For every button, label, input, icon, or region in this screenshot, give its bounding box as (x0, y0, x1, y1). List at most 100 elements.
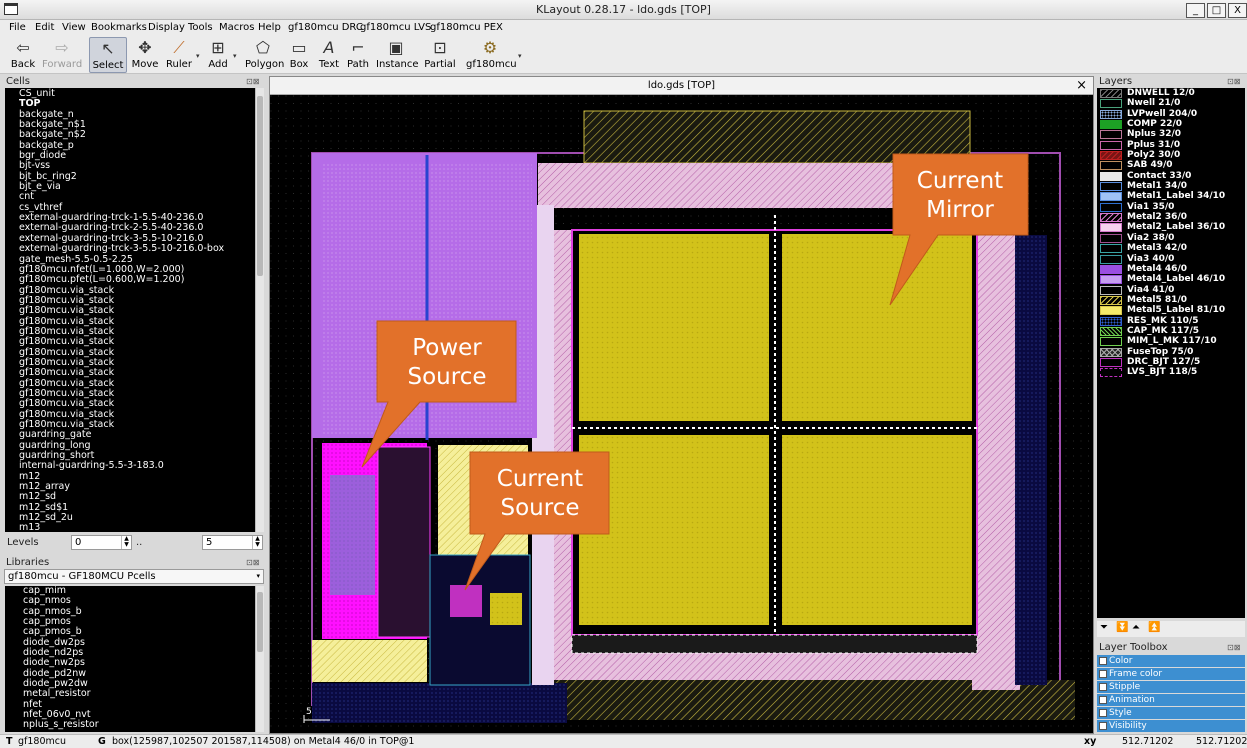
menu-file[interactable]: File (9, 22, 26, 33)
library-select[interactable]: gf180mcu - GF180MCU Pcells ▾ (4, 569, 264, 584)
menu-gf180mcu-drc[interactable]: gf180mcu DRC (288, 22, 363, 33)
layer-row[interactable]: RES_MK 110/5 (1097, 316, 1245, 326)
menu-macros[interactable]: Macros (219, 22, 254, 33)
box-button[interactable]: ▭ Box (285, 37, 313, 73)
layer-row[interactable]: Via1 35/0 (1097, 202, 1245, 212)
toolbox-frame-color[interactable]: Frame color (1097, 668, 1245, 680)
close-layout-icon[interactable]: × (1076, 78, 1087, 94)
layout-canvas[interactable]: ldo.gds [TOP] × Current Mirror Power Sou… (269, 76, 1094, 734)
layer-row[interactable]: Metal1_Label 34/10 (1097, 191, 1245, 202)
layer-down-icon[interactable]: ⏷ (1100, 622, 1108, 633)
layer-row[interactable]: DNWELL 12/0 (1097, 88, 1245, 98)
layer-row[interactable]: LVS_BJT 118/5 (1097, 367, 1245, 378)
cell-item[interactable]: gf180mcu.via_stack (19, 305, 255, 316)
cell-item[interactable]: gf180mcu.pfet(L=0.600,W=1.200) (19, 274, 255, 285)
partial-icon: ⊡ (433, 38, 447, 57)
layer-row[interactable]: Contact 33/0 (1097, 171, 1245, 181)
menu-gf180mcu-lvs[interactable]: gf180mcu LVS (360, 22, 431, 33)
layer-row[interactable]: DRC_BJT 127/5 (1097, 357, 1245, 367)
library-cell-item[interactable]: nplus_s_resistor (23, 720, 255, 731)
layer-row[interactable]: COMP 22/0 (1097, 119, 1245, 130)
cell-item[interactable]: m13 (19, 523, 255, 532)
level-from-spinbox[interactable]: 0 ▲ ▼ (71, 535, 132, 550)
text-button[interactable]: A Text (316, 37, 342, 73)
library-cell-item[interactable]: metal_resistor (23, 689, 255, 700)
spin-arrows-icon[interactable]: ▲ ▼ (121, 536, 131, 549)
layer-up-icon[interactable]: ⏶ (1132, 622, 1140, 633)
layer-row[interactable]: Via3 40/0 (1097, 254, 1245, 264)
layer-bottom-icon[interactable]: ⏬ (1116, 622, 1128, 633)
cell-item[interactable]: bjt_e_via (19, 181, 255, 192)
layer-row[interactable]: Metal5_Label 81/10 (1097, 305, 1245, 316)
toolbox-animation[interactable]: Animation (1097, 694, 1245, 706)
layer-row[interactable]: Poly2 30/0 (1097, 150, 1245, 161)
layer-row[interactable]: Metal3 42/0 (1097, 243, 1245, 254)
layer-top-icon[interactable]: ⏫ (1148, 622, 1160, 633)
layer-row[interactable]: Pplus 31/0 (1097, 140, 1245, 150)
layer-row[interactable]: Metal2_Label 36/10 (1097, 222, 1245, 233)
menu-gf180mcu-pex[interactable]: gf180mcu PEX (430, 22, 503, 33)
layer-row[interactable]: Nwell 21/0 (1097, 98, 1245, 109)
layer-name: DNWELL 12/0 (1127, 88, 1195, 98)
layer-row[interactable]: Via4 41/0 (1097, 285, 1245, 295)
layer-row[interactable]: Metal4_Label 46/10 (1097, 274, 1245, 285)
toolbox-dock-buttons-icon[interactable]: ⊡⊠ (1227, 643, 1240, 652)
forward-button[interactable]: ⇨ Forward (42, 37, 82, 73)
minimize-button[interactable]: _ (1186, 3, 1205, 18)
instance-button[interactable]: ▣ Instance (376, 37, 419, 73)
layer-row[interactable]: Metal1 34/0 (1097, 181, 1245, 192)
layer-row[interactable]: Nplus 32/0 (1097, 129, 1245, 140)
menu-help[interactable]: Help (258, 22, 281, 33)
layer-row[interactable]: FuseTop 75/0 (1097, 347, 1245, 357)
spin-arrows-icon[interactable]: ▲ ▼ (252, 536, 262, 549)
layers-list[interactable]: DNWELL 12/0 Nwell 21/0 LVPwell 204/0 COMP 2… (1097, 88, 1245, 618)
layer-row[interactable]: Metal4 46/0 (1097, 264, 1245, 274)
menu-display[interactable]: Display (148, 22, 185, 33)
maximize-button[interactable]: □ (1207, 3, 1226, 18)
level-separator: .. (136, 537, 143, 548)
cell-item[interactable]: bgr_diode (19, 150, 255, 161)
ruler-dropdown-icon[interactable]: ▾ (196, 52, 200, 60)
libraries-dock-buttons-icon[interactable]: ⊡⊠ (246, 558, 259, 567)
menu-view[interactable]: View (62, 22, 86, 33)
layer-swatch-icon (1100, 357, 1122, 367)
gf180mcu-button[interactable]: ⚙ gf180mcu (466, 37, 517, 73)
partial-button[interactable]: ⊡ Partial (423, 37, 457, 73)
path-button[interactable]: ⌐ Path (345, 37, 371, 73)
layer-row[interactable]: Metal2 36/0 (1097, 212, 1245, 223)
add-button[interactable]: ⊞ Add (204, 37, 232, 73)
menu-bookmarks[interactable]: Bookmarks (91, 22, 147, 33)
cells-tree[interactable]: CS_unit TOP backgate_n backgate_n$1 backgate… (5, 88, 255, 532)
cell-item[interactable]: CS_unit (19, 88, 255, 99)
close-window-button[interactable]: X (1228, 3, 1247, 18)
toolbox-style[interactable]: Style (1097, 707, 1245, 719)
polygon-button[interactable]: ⬠ Polygon (245, 37, 284, 73)
layer-row[interactable]: Metal5 81/0 (1097, 295, 1245, 305)
move-button[interactable]: ✥ Move (130, 37, 160, 73)
level-to-spinbox[interactable]: 5 ▲ ▼ (202, 535, 263, 550)
menu-edit[interactable]: Edit (35, 22, 54, 33)
menu-tools[interactable]: Tools (188, 22, 213, 33)
library-cells-list[interactable]: cap_mim cap_nmos cap_nmos_b cap_pmos cap_pmo… (5, 586, 255, 732)
cell-item[interactable]: internal-guardring-5.5-3-183.0 (19, 461, 255, 472)
toolbox-color[interactable]: Color (1097, 655, 1245, 667)
layer-row[interactable]: SAB 49/0 (1097, 160, 1245, 171)
cells-dock-buttons-icon[interactable]: ⊡⊠ (246, 77, 259, 86)
cell-item[interactable]: m12_sd_2u (19, 512, 255, 523)
layers-dock-buttons-icon[interactable]: ⊡⊠ (1227, 77, 1240, 86)
layout-drawing[interactable]: Current Mirror Power Source Current Sour… (270, 95, 1093, 733)
gf180mcu-dropdown-icon[interactable]: ▾ (518, 52, 522, 60)
layer-row[interactable]: MIM_L_MK 117/10 (1097, 336, 1245, 347)
toolbox-visibility[interactable]: Visibility (1097, 720, 1245, 732)
ruler-button[interactable]: ⟋ Ruler (164, 37, 194, 73)
libraries-scrollbar[interactable] (255, 586, 264, 732)
back-button[interactable]: ⇦ Back (6, 37, 40, 73)
layer-row[interactable]: CAP_MK 117/5 (1097, 326, 1245, 336)
layer-row[interactable]: LVPwell 204/0 (1097, 109, 1245, 119)
cells-scrollbar[interactable] (255, 88, 264, 532)
cell-item[interactable]: external-guardring-trck-3-5.5-10-216.0-b… (19, 243, 255, 254)
select-button[interactable]: ↖ Select (89, 37, 127, 73)
toolbox-stipple[interactable]: Stipple (1097, 681, 1245, 693)
add-dropdown-icon[interactable]: ▾ (233, 52, 237, 60)
layer-row[interactable]: Via2 38/0 (1097, 233, 1245, 243)
